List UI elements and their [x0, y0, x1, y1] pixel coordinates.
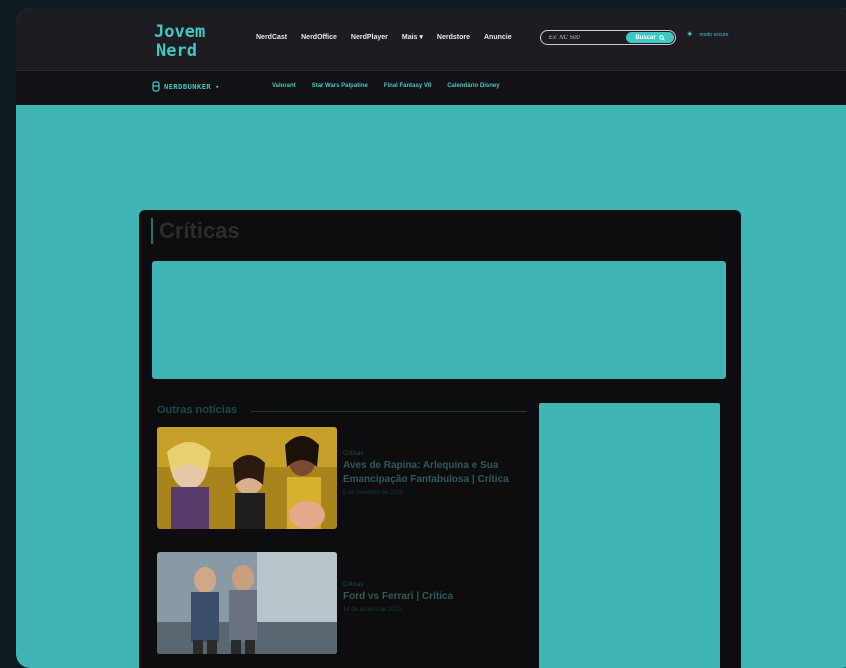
- search-icon: [658, 34, 665, 41]
- nav-nerdstore[interactable]: Nerdstore: [437, 34, 470, 41]
- svg-text:Nerd: Nerd: [156, 41, 197, 60]
- page-title: Críticas: [151, 218, 240, 244]
- bunker-icon: [152, 81, 160, 92]
- news-thumbnail[interactable]: [157, 552, 337, 654]
- section-heading: Outras notícias: [157, 404, 238, 416]
- nav-anuncie[interactable]: Anuncie: [484, 34, 512, 41]
- link-final-fantasy-vii[interactable]: Final Fantasy VII: [384, 83, 431, 89]
- main-nav: NerdCast NerdOffice NerdPlayer Mais ▾ Ne…: [256, 33, 512, 42]
- search-box: Buscar: [540, 30, 676, 45]
- nerdbunker-menu[interactable]: NERDBUNKER ▾: [152, 81, 220, 92]
- news-category: Críticas: [343, 451, 364, 457]
- news-thumbnail[interactable]: [157, 427, 337, 529]
- news-title[interactable]: Ford vs Ferrari | Crítica: [343, 590, 525, 604]
- trending-links: Valorant Star Wars Palpatine Final Fanta…: [272, 83, 500, 89]
- nerdbunker-label: NERDBUNKER: [164, 82, 212, 91]
- news-category: Críticas: [343, 582, 364, 588]
- section-divider: [251, 411, 527, 412]
- sidebar-ad: [539, 403, 720, 668]
- search-button[interactable]: Buscar: [626, 32, 674, 43]
- news-text: Críticas Ford vs Ferrari | Crítica 14 de…: [343, 582, 525, 613]
- sub-header: NERDBUNKER ▾ Valorant Star Wars Palpatin…: [16, 70, 846, 105]
- news-title[interactable]: Aves de Rapina: Arlequina e Sua Emancipa…: [343, 459, 525, 487]
- content-panel: Críticas Outras notícias Críticas Aves d…: [139, 210, 741, 668]
- nav-mais[interactable]: Mais ▾: [402, 33, 423, 41]
- svg-text:Jovem: Jovem: [154, 22, 205, 42]
- link-valorant[interactable]: Valorant: [272, 83, 296, 89]
- chevron-down-icon: ▾: [215, 82, 220, 91]
- nav-nerdplayer[interactable]: NerdPlayer: [351, 34, 388, 41]
- top-header: Jovem Nerd NerdCast NerdOffice NerdPlaye…: [16, 8, 846, 70]
- news-date: 14 de janeiro de 2020: [343, 607, 402, 613]
- nav-nerdcast[interactable]: NerdCast: [256, 34, 287, 41]
- news-item[interactable]: Críticas Ford vs Ferrari | Crítica 14 de…: [157, 552, 527, 656]
- dark-mode-label: modo escuro: [699, 31, 729, 38]
- browser-frame: Jovem Nerd NerdCast NerdOffice NerdPlaye…: [16, 8, 846, 668]
- search-input[interactable]: [541, 33, 629, 42]
- jovem-nerd-logo[interactable]: Jovem Nerd: [152, 20, 216, 60]
- ad-banner: [152, 261, 726, 379]
- news-text: Críticas Aves de Rapina: Arlequina e Sua…: [343, 451, 525, 496]
- link-star-wars-palpatine[interactable]: Star Wars Palpatine: [312, 83, 368, 89]
- dark-mode-toggle[interactable]: ✦ modo escuro: [686, 29, 730, 40]
- link-calendario-disney[interactable]: Calendário Disney: [447, 83, 499, 89]
- search-button-label: Buscar: [635, 34, 656, 41]
- news-date: 5 de fevereiro de 2020: [343, 490, 404, 496]
- sun-icon: ✦: [686, 29, 694, 39]
- nav-nerdoffice[interactable]: NerdOffice: [301, 34, 337, 41]
- news-item[interactable]: Críticas Aves de Rapina: Arlequina e Sua…: [157, 427, 527, 531]
